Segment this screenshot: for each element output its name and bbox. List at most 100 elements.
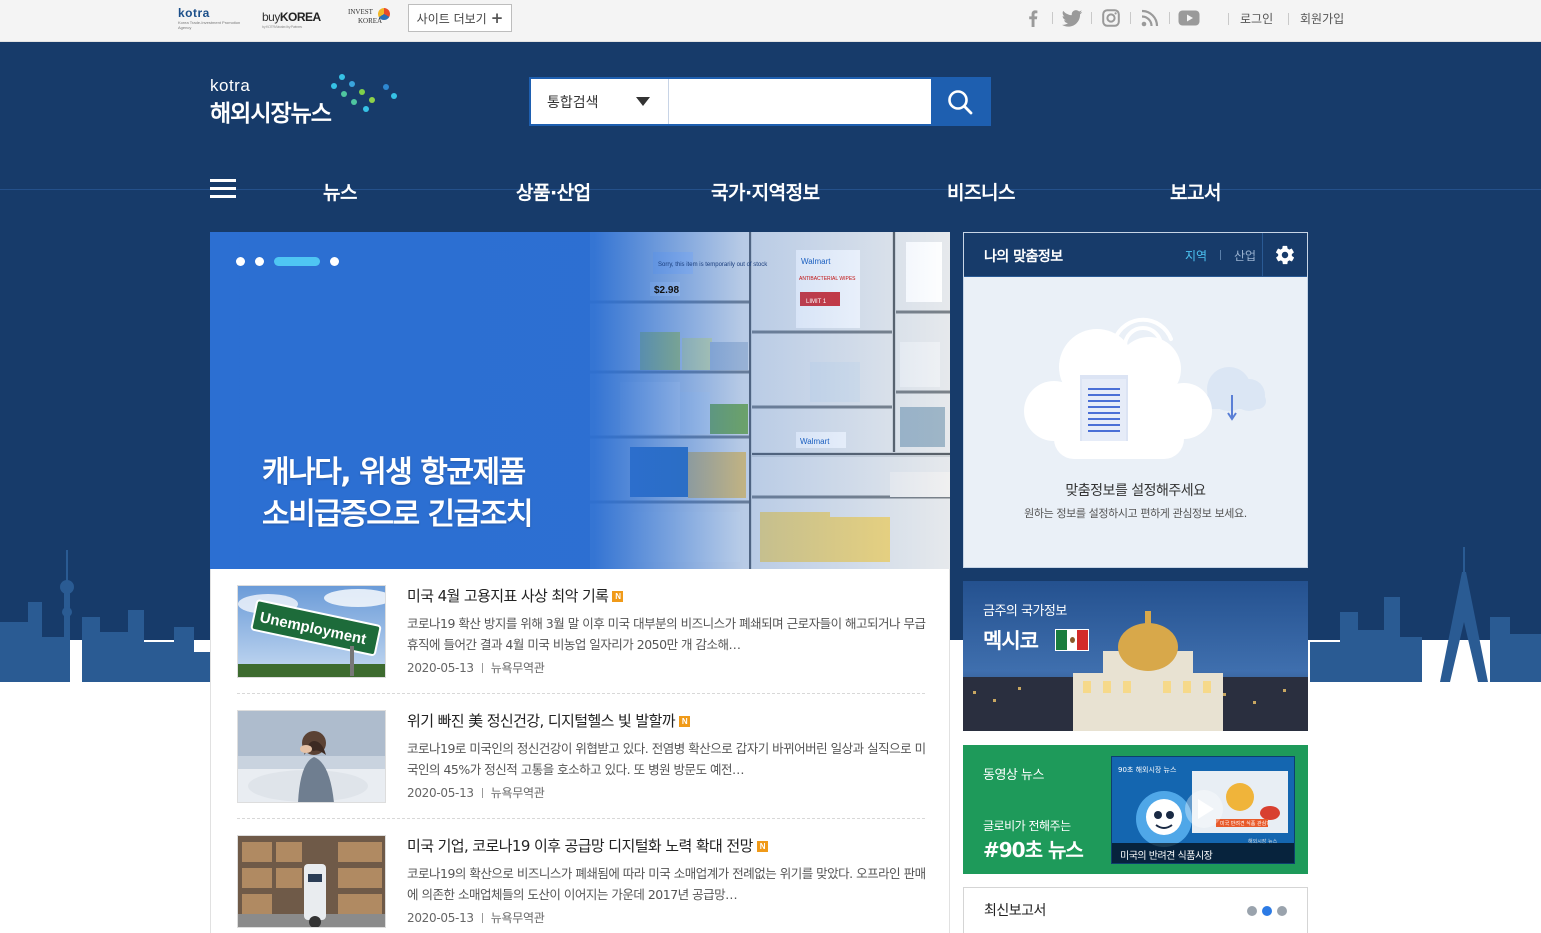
play-icon[interactable] (1184, 789, 1224, 829)
hero-headline[interactable]: 캐나다, 위생 항균제품 소비급증으로 긴급조치 (262, 452, 533, 536)
tab-industry[interactable]: 산업 (1234, 247, 1256, 264)
custom-info-header: 나의 맞춤정보 지역 산업 (964, 233, 1307, 277)
kotra-logo-link[interactable]: kotra Korea Trade-Investment Promotion A… (178, 6, 244, 32)
rss-icon[interactable] (1139, 9, 1161, 27)
news-date: 2020-05-13 (407, 786, 474, 800)
video-news-card[interactable]: 동영상 뉴스 글로비가 전해주는 #90초 뉴스 미국 반려견 식품 관심? 해… (963, 745, 1308, 874)
youtube-icon[interactable] (1178, 9, 1200, 27)
news-title[interactable]: 미국 4월 고용지표 사상 최악 기록 N (407, 585, 624, 606)
latest-reports: 최신보고서 (963, 887, 1308, 933)
hamburger-menu-icon[interactable] (210, 179, 236, 203)
gear-icon (1275, 245, 1295, 265)
shelf-sign-text: Sorry, this item is temporarily out of s… (658, 262, 768, 268)
facebook-icon[interactable] (1022, 9, 1044, 27)
news-thumbnail: Unemployment (237, 585, 386, 678)
custom-info-title: 나의 맞춤정보 (984, 249, 1063, 265)
login-link[interactable]: 로그인 (1240, 10, 1273, 27)
video-mini-caption: 미국 반려견 식품 관심? (1220, 820, 1269, 827)
news-thumbnail (237, 710, 386, 803)
divider (1091, 12, 1092, 24)
video-news-sub: 글로비가 전해주는 (983, 819, 1071, 833)
slide-dot-active[interactable] (274, 257, 320, 266)
search-input[interactable] (669, 79, 931, 124)
page-dot[interactable] (1247, 906, 1257, 916)
walmart-sign-text-2: Walmart (800, 437, 830, 446)
instagram-icon[interactable] (1100, 9, 1122, 27)
tab-region[interactable]: 지역 (1185, 247, 1207, 264)
nav-news[interactable]: 뉴스 (323, 178, 357, 205)
divider (481, 913, 483, 923)
hero-slider[interactable]: Sorry, this item is temporarily out of s… (210, 232, 950, 569)
slide-dot[interactable] (236, 257, 245, 266)
divider (1052, 12, 1053, 24)
video-news-title: #90초 뉴스 (983, 838, 1084, 862)
news-meta: 2020-05-13 뉴욕무역관 (407, 784, 545, 801)
search-icon (948, 89, 973, 114)
nav-products-industry[interactable]: 상품·산업 (516, 178, 591, 205)
site-logo-link[interactable]: kotra 해외시장뉴스 (210, 76, 332, 128)
page-dot-active[interactable] (1262, 906, 1272, 916)
plus-icon: + (490, 9, 504, 27)
site-more-label: 사이트 더보기 (416, 11, 487, 26)
hero-headline-line2: 소비급증으로 긴급조치 (262, 497, 533, 532)
search-button[interactable] (931, 79, 989, 124)
nav-country-region[interactable]: 국가·지역정보 (711, 178, 820, 205)
kotra-logo-text: kotra (178, 6, 210, 20)
slider-pagination (236, 257, 339, 266)
new-badge: N (678, 716, 690, 727)
video-thumbnail-brand: 90초 해외시장 뉴스 (1118, 766, 1177, 774)
page-dot[interactable] (1277, 906, 1287, 916)
slide-dot[interactable] (255, 257, 264, 266)
reports-pagination (1247, 906, 1287, 916)
kotra-logo-subtext: Korea Trade-Investment Promotion Agency (178, 20, 241, 30)
divider (1228, 13, 1229, 25)
walmart-sign-text: Walmart (801, 257, 831, 266)
site-more-button[interactable]: 사이트 더보기 + (408, 4, 512, 32)
nav-business[interactable]: 비즈니스 (947, 178, 1015, 205)
list-item[interactable]: 위기 빠진 美 정신건강, 디지털헬스 빛 발할까 N 코로나19로 미국인의 정… (237, 694, 927, 819)
caret-down-icon (636, 97, 650, 106)
brand-name-text: 해외시장뉴스 (210, 101, 332, 127)
news-date: 2020-05-13 (407, 911, 474, 925)
buykorea-logo-text-1: buy (262, 10, 280, 24)
weekly-country-label: 금주의 국가정보 (983, 604, 1067, 619)
nav-reports[interactable]: 보고서 (1170, 178, 1221, 205)
buykorea-logo-link[interactable]: buyKOREA by KOTRA trusted by Partners (262, 10, 321, 29)
price-tag-text: $2.98 (654, 285, 679, 296)
limit-sign-text: LIMIT 1 (806, 299, 827, 305)
latest-reports-title[interactable]: 최신보고서 (984, 900, 1046, 920)
divider (1169, 12, 1170, 24)
search-bar: 통합검색 (529, 77, 991, 126)
news-meta: 2020-05-13 뉴욕무역관 (407, 909, 545, 926)
brand-dots-icon (331, 74, 397, 112)
news-summary[interactable]: 코로나19로 미국인의 정신건강이 위협받고 있다. 전염병 확산으로 갑자기 … (407, 738, 927, 780)
new-badge: N (612, 591, 624, 602)
video-thumbnail[interactable]: 미국 반려견 식품 관심? 해외시장 뉴스 90초 해외시장 뉴스 미국의 반려… (1111, 756, 1295, 864)
settings-button[interactable] (1262, 233, 1307, 277)
hero-headline-line1: 캐나다, 위생 항균제품 (262, 455, 526, 490)
news-summary[interactable]: 코로나19의 확산으로 비즈니스가 폐쇄됨에 따라 미국 소매업계가 전례없는 … (407, 863, 927, 905)
divider (481, 788, 483, 798)
list-item[interactable]: 미국 기업, 코로나19 이후 공급망 디지털화 노력 확대 전망 N 코로나19… (237, 819, 927, 933)
twitter-icon[interactable] (1061, 9, 1083, 27)
news-list: Unemployment 미국 4월 고용지표 사상 최악 기록 N 코로나19 … (210, 569, 950, 933)
news-summary[interactable]: 코로나19 확산 방지를 위해 3월 말 이후 미국 대부분의 비즈니스가 폐쇄… (407, 613, 927, 655)
news-title[interactable]: 미국 기업, 코로나19 이후 공급망 디지털화 노력 확대 전망 N (407, 835, 768, 856)
news-title[interactable]: 위기 빠진 美 정신건강, 디지털헬스 빛 발할까 N (407, 710, 690, 731)
weekly-country-card[interactable]: 금주의 국가정보 멕시코 (963, 581, 1308, 731)
divider (1220, 250, 1221, 260)
news-thumbnail (237, 835, 386, 928)
news-source: 뉴욕무역관 (490, 786, 545, 800)
list-item[interactable]: Unemployment 미국 4월 고용지표 사상 최악 기록 N 코로나19 … (237, 569, 927, 694)
slide-dot[interactable] (330, 257, 339, 266)
news-title-text: 미국 4월 고용지표 사상 최악 기록 (407, 587, 609, 605)
mexico-flag-icon (1055, 629, 1089, 651)
investkorea-logo-link[interactable]: INVEST KOREA (348, 8, 392, 32)
signup-link[interactable]: 회원가입 (1300, 10, 1344, 27)
custom-info-submessage: 원하는 정보를 설정하시고 편하게 관심정보 보세요. (1024, 507, 1247, 520)
divider (1130, 12, 1131, 24)
search-scope-select[interactable]: 통합검색 (531, 79, 669, 124)
news-title-text: 위기 빠진 美 정신건강, 디지털헬스 빛 발할까 (407, 712, 676, 730)
news-source: 뉴욕무역관 (490, 911, 545, 925)
news-source: 뉴욕무역관 (490, 661, 545, 675)
